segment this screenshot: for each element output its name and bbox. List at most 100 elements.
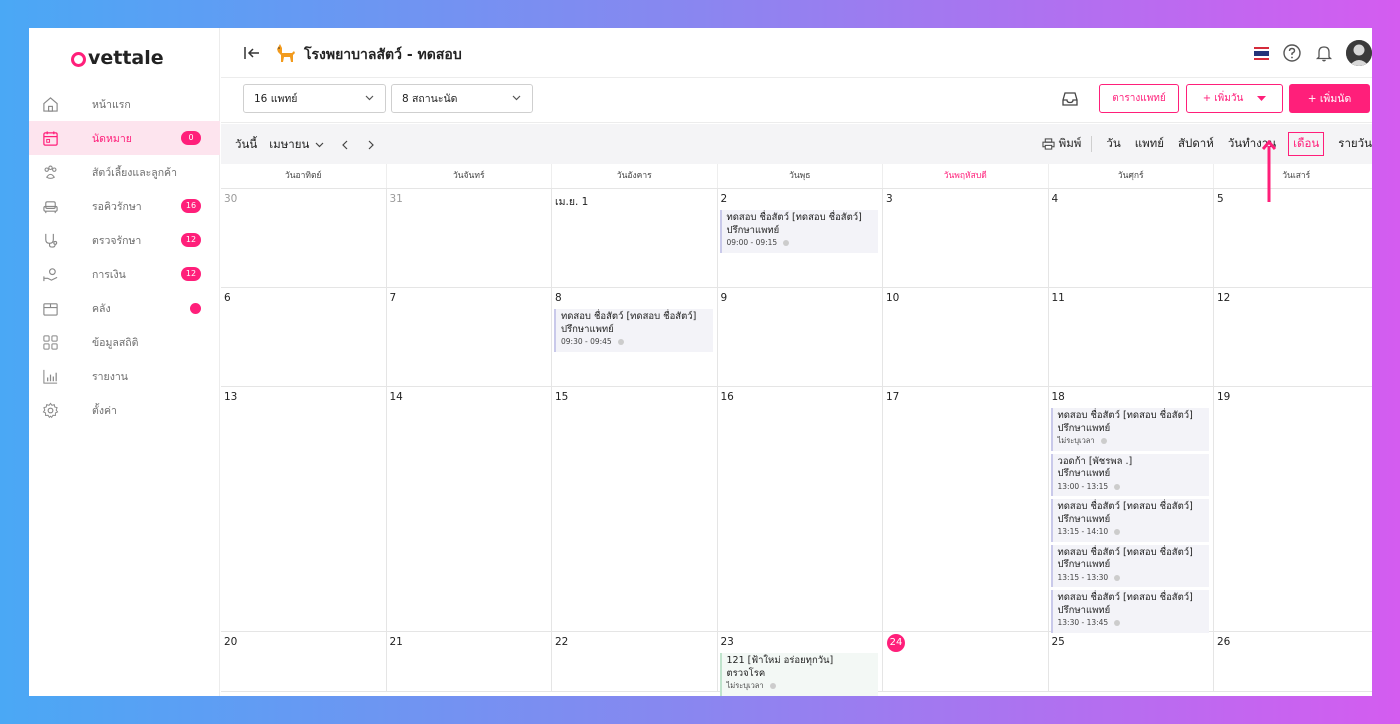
event-time-row: 13:00 - 13:15: [1058, 481, 1206, 494]
appointment-event[interactable]: ทดสอบ ชื่อสัตว์ [ทดสอบ ชื่อสัตว์] ปรึกษาแ…: [1050, 499, 1209, 542]
weekday-label: วันจันทร์: [387, 164, 552, 188]
print-button[interactable]: พิมพ์: [1059, 135, 1082, 153]
event-type: ปรึกษาแพทย์: [1057, 559, 1111, 570]
day-cell[interactable]: 31: [387, 189, 552, 287]
view-option[interactable]: รายวัน: [1338, 135, 1372, 153]
day-cell[interactable]: 25: [1049, 632, 1214, 691]
add-day-button[interactable]: + เพิ่มวัน: [1186, 84, 1283, 113]
event-type: ปรึกษาแพทย์: [1057, 604, 1111, 616]
today-button[interactable]: วันนี้: [235, 136, 257, 154]
day-cell[interactable]: 30: [221, 189, 387, 287]
notification-dot: [190, 303, 201, 314]
date-number: 2: [720, 193, 728, 205]
user-avatar[interactable]: [1346, 40, 1372, 66]
day-cell[interactable]: 26: [1214, 632, 1372, 691]
sidebar-item-stethoscope[interactable]: ตรวจรักษา 12: [29, 223, 220, 257]
day-cell[interactable]: 20: [221, 632, 387, 691]
day-cell[interactable]: 22: [552, 632, 718, 691]
day-cell[interactable]: 14: [387, 387, 552, 631]
day-cell[interactable]: เม.ย. 1: [552, 189, 718, 287]
weekday-header-row: วันอาทิตย์ วันจันทร์ วันอังคาร วันพุธ วันพฤห…: [221, 164, 1372, 189]
thai-flag-icon[interactable]: [1254, 46, 1269, 60]
day-cell[interactable]: 16: [718, 387, 883, 631]
event-type: ปรึกษาแพทย์: [726, 224, 780, 236]
prev-month-icon[interactable]: [342, 140, 348, 150]
sidebar-item-gear[interactable]: ตั้งค่า: [29, 393, 220, 427]
doctor-select-value: 16 แพทย์: [254, 93, 298, 105]
day-cell[interactable]: 4: [1049, 189, 1214, 287]
day-cell[interactable]: 11: [1049, 288, 1214, 386]
day-cell[interactable]: 9: [718, 288, 883, 386]
day-cell[interactable]: 3: [883, 189, 1049, 287]
day-cell[interactable]: 18 ทดสอบ ชื่อสัตว์ [ทดสอบ ชื่อสัตว์] ปรึกษ…: [1049, 387, 1214, 633]
view-option[interactable]: แพทย์: [1135, 135, 1164, 153]
sidebar-item-grid-stats[interactable]: ข้อมูลสถิติ: [29, 325, 220, 359]
event-time: 09:00 - 09:15: [726, 238, 778, 247]
day-cell[interactable]: 7: [387, 288, 552, 386]
appointment-event[interactable]: ทดสอบ ชื่อสัตว์ [ทดสอบ ชื่อสัตว์] ปรึกษาแ…: [1050, 408, 1209, 451]
collapse-sidebar-icon[interactable]: [243, 45, 261, 61]
sidebar-item-box[interactable]: คลัง: [29, 291, 220, 325]
sidebar-item-label: ตั้งค่า: [92, 404, 117, 417]
appointment-event[interactable]: ทดสอบ ชื่อสัตว์ [ทดสอบ ชื่อสัตว์] ปรึกษาแ…: [1050, 590, 1209, 633]
status-select[interactable]: 8 สถานะนัด: [391, 84, 533, 113]
annotation-arrow-icon: [1262, 140, 1276, 202]
inbox-icon[interactable]: [1061, 91, 1079, 107]
sidebar-item-payment-hand[interactable]: การเงิน 12: [29, 257, 220, 291]
doctor-schedule-button[interactable]: ตารางแพทย์: [1099, 84, 1179, 113]
day-cell[interactable]: 17: [883, 387, 1049, 631]
appointment-event[interactable]: 121 [ฟ้าใหม่ อร่อยทุกวัน] ตรวจโรค ไม่ระบุเ…: [719, 653, 878, 696]
next-month-icon[interactable]: [368, 140, 375, 150]
day-cell[interactable]: 12: [1214, 288, 1372, 386]
day-cell[interactable]: 23 121 [ฟ้าใหม่ อร่อยทุกวัน] ตรวจโรค ไม่ระบ…: [718, 632, 883, 696]
event-title: ทดสอบ ชื่อสัตว์ [ทดสอบ ชื่อสัตว์]: [1057, 592, 1193, 603]
weekday-label: วันพุธ: [718, 164, 883, 188]
date-number: 14: [389, 391, 403, 403]
avatar-icon: [1346, 40, 1372, 66]
sidebar-item-home[interactable]: หน้าแรก: [29, 87, 220, 121]
doctor-select[interactable]: 16 แพทย์: [243, 84, 386, 113]
status-dot: [769, 683, 776, 690]
view-option[interactable]: สัปดาห์: [1178, 135, 1214, 153]
month-dropdown[interactable]: เมษายน: [269, 136, 309, 154]
vettale-logo[interactable]: vettale: [71, 46, 164, 70]
weekday-label: วันอาทิตย์: [221, 164, 387, 188]
sidebar-item-paw[interactable]: สัตว์เลี้ยงและลูกค้า: [29, 155, 220, 189]
date-number: 5: [1217, 193, 1224, 205]
date-number: 30: [224, 193, 238, 205]
date-number: 16: [720, 391, 734, 403]
add-appointment-button[interactable]: + เพิ่มนัด: [1289, 84, 1370, 113]
day-cell[interactable]: 19: [1214, 387, 1372, 631]
bell-icon[interactable]: [1314, 43, 1334, 63]
day-cell[interactable]: 6: [221, 288, 387, 386]
day-cell[interactable]: 5: [1214, 189, 1372, 287]
paw-icon: [41, 163, 59, 181]
appointment-event[interactable]: ทดสอบ ชื่อสัตว์ [ทดสอบ ชื่อสัตว์] ปรึกษาแ…: [1050, 544, 1209, 587]
day-cell[interactable]: 15: [552, 387, 718, 631]
sidebar-item-calendar[interactable]: นัดหมาย 0: [29, 121, 220, 155]
day-cell[interactable]: 8 ทดสอบ ชื่อสัตว์ [ทดสอบ ชื่อสัตว์] ปรึกษา…: [552, 288, 718, 386]
view-option[interactable]: วัน: [1106, 135, 1120, 153]
help-icon[interactable]: [1282, 43, 1302, 63]
appointment-event[interactable]: ทดสอบ ชื่อสัตว์ [ทดสอบ ชื่อสัตว์] ปรึกษาแ…: [719, 210, 878, 253]
day-cell[interactable]: 24: [883, 632, 1049, 691]
event-type: ปรึกษาแพทย์: [1057, 513, 1111, 525]
sidebar-item-bar-chart[interactable]: รายงาน: [29, 359, 220, 393]
sidebar-item-label: หน้าแรก: [92, 98, 131, 111]
appointment-event[interactable]: วอดก้า [พัชรพล .] ปรึกษาแพทย์ 13:00 - 13:1…: [1050, 453, 1209, 496]
day-cell[interactable]: 10: [883, 288, 1049, 386]
date-number: 3: [886, 193, 893, 205]
day-cell[interactable]: 13: [221, 387, 387, 631]
sidebar-item-sofa[interactable]: รอคิวรักษา 16: [29, 189, 220, 223]
day-cell[interactable]: 2 ทดสอบ ชื่อสัตว์ [ทดสอบ ชื่อสัตว์] ปรึกษา…: [718, 189, 883, 287]
date-number: 4: [1051, 193, 1059, 205]
printer-icon[interactable]: [1042, 138, 1055, 150]
clinic-title: โรงพยาบาลสัตว์ - ทดสอบ: [304, 47, 462, 63]
chevron-down-icon[interactable]: [315, 142, 324, 148]
bar-chart-icon: [41, 367, 59, 385]
appointment-event[interactable]: ทดสอบ ชื่อสัตว์ [ทดสอบ ชื่อสัตว์] ปรึกษาแ…: [554, 309, 713, 352]
view-option[interactable]: เดือน: [1288, 132, 1325, 156]
day-cell[interactable]: 21: [387, 632, 552, 691]
filter-toolbar: 16 แพทย์ 8 สถานะนัด ตารางแพทย์ + เพิ่มวั…: [221, 78, 1372, 123]
sidebar-item-label: สัตว์เลี้ยงและลูกค้า: [92, 166, 177, 179]
